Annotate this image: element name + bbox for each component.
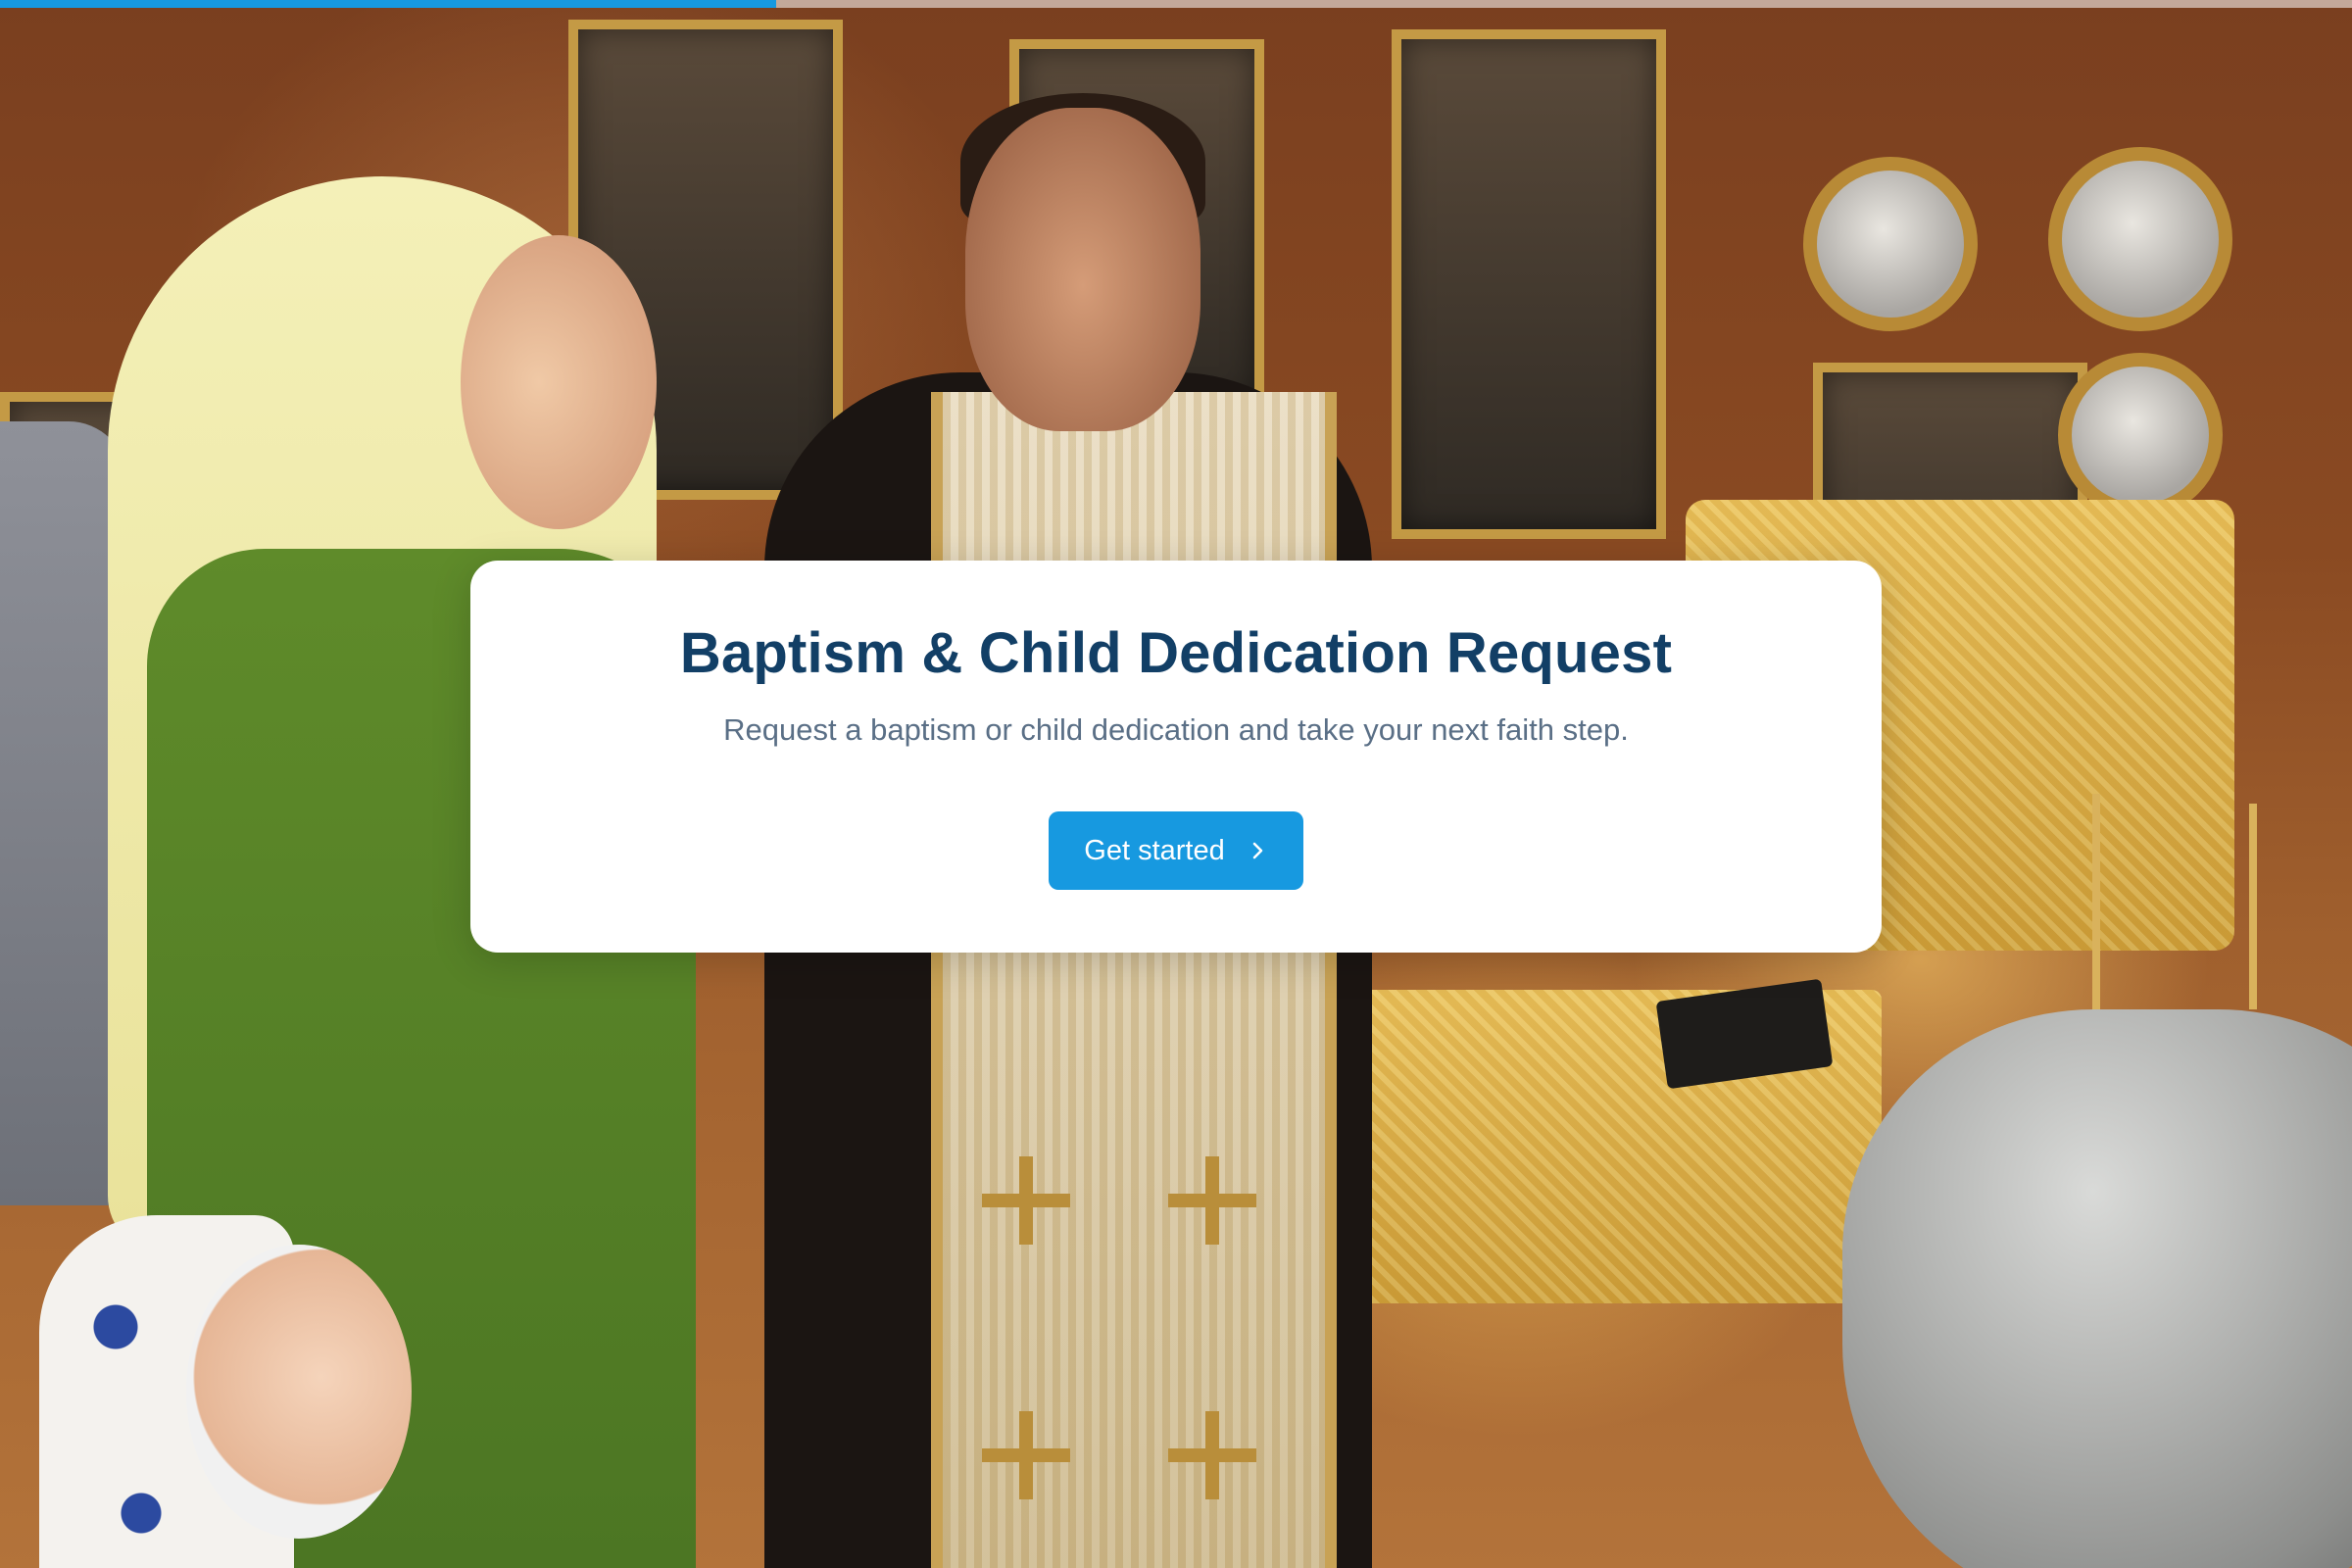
progress-bar-fill	[0, 0, 776, 8]
page: Baptism & Child Dedication Request Reque…	[0, 0, 2352, 1568]
cross-icon	[982, 1156, 1070, 1245]
priest-face	[965, 108, 1200, 431]
progress-bar	[0, 0, 2352, 8]
child-face	[186, 1245, 412, 1539]
medallion	[1803, 157, 1978, 331]
get-started-button[interactable]: Get started	[1049, 811, 1303, 890]
candle	[2249, 804, 2257, 1009]
cross-icon	[1168, 1411, 1256, 1499]
woman-face	[461, 235, 657, 529]
page-subtitle: Request a baptism or child dedication an…	[723, 711, 1629, 747]
chevron-right-icon	[1247, 840, 1268, 861]
cross-icon	[982, 1411, 1070, 1499]
candle	[2092, 794, 2100, 1009]
page-title: Baptism & Child Dedication Request	[679, 621, 1673, 685]
baptismal-font	[1842, 1009, 2352, 1568]
icon-painting	[1392, 29, 1666, 539]
get-started-label: Get started	[1084, 834, 1225, 866]
cross-icon	[1168, 1156, 1256, 1245]
intro-card: Baptism & Child Dedication Request Reque…	[470, 561, 1882, 953]
medallion	[2058, 353, 2223, 517]
medallion	[2048, 147, 2232, 331]
